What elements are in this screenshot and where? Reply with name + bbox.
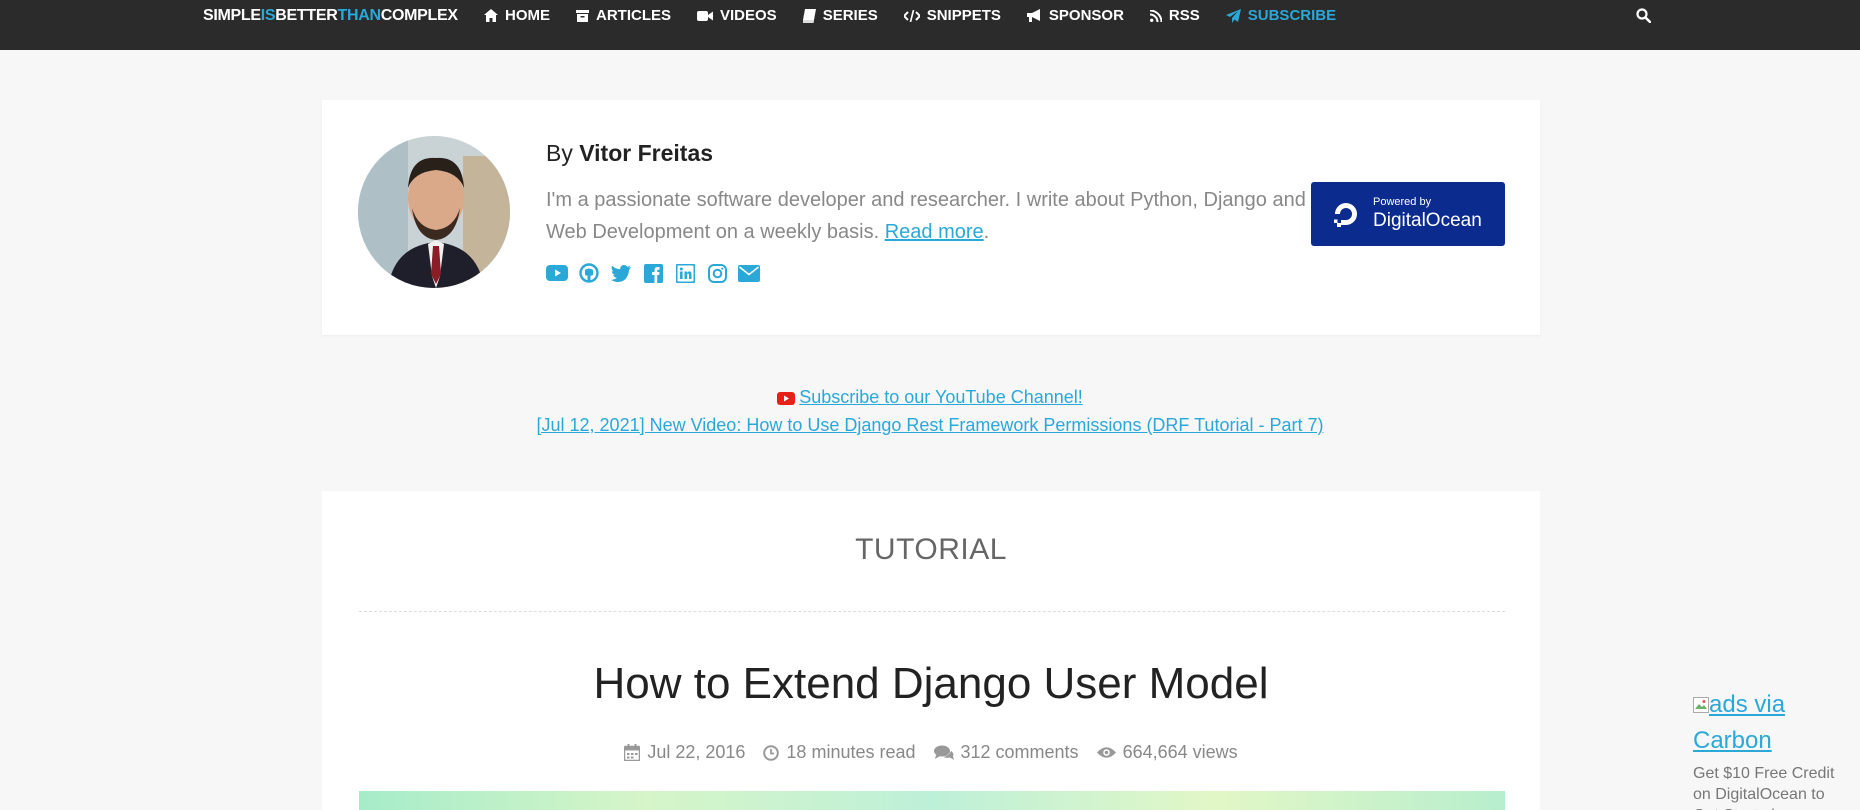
github-icon[interactable]: [578, 262, 600, 284]
nav-search-button[interactable]: [1636, 8, 1652, 28]
author-heading: By Vitor Freitas: [546, 140, 713, 167]
nav-series-label: SERIES: [822, 7, 878, 24]
meta-read-time: 18 minutes read: [763, 742, 916, 763]
eye-icon: [1096, 747, 1116, 758]
twitter-icon[interactable]: [610, 262, 632, 284]
brand-simple: SIMPLE: [203, 7, 261, 24]
nav-videos-label: VIDEOS: [720, 7, 777, 24]
nav-videos[interactable]: VIDEOS: [697, 7, 777, 24]
digitalocean-label: DigitalOcean: [1373, 210, 1482, 231]
article-date: Jul 22, 2016: [647, 742, 746, 762]
book-icon: [802, 8, 816, 23]
carbon-ad-text[interactable]: Get $10 Free Credit on DigitalOcean to G…: [1693, 763, 1843, 810]
article-card: TUTORIAL How to Extend Django User Model…: [322, 491, 1540, 810]
nav-home-label: HOME: [505, 7, 550, 24]
video-camera-icon: [697, 10, 713, 21]
brand-than: THAN: [337, 7, 382, 24]
article-views: 664,664 views: [1122, 742, 1238, 762]
carbon-ad: ads via Carbon Get $10 Free Credit on Di…: [1693, 687, 1843, 810]
author-by: By: [546, 140, 573, 166]
top-navbar: SIMPLEISBETTERTHANCOMPLEX HOME ARTICLES …: [0, 0, 1860, 50]
nav-rss[interactable]: RSS: [1149, 7, 1200, 24]
social-links: [546, 262, 760, 284]
author-avatar[interactable]: [358, 136, 510, 288]
youtube-icon[interactable]: [546, 262, 568, 284]
nav-subscribe-label: SUBSCRIBE: [1247, 7, 1337, 24]
envelope-icon[interactable]: [738, 262, 760, 284]
powered-by-label: Powered by: [1373, 196, 1432, 208]
youtube-subscribe-link[interactable]: Subscribe to our YouTube Channel!: [799, 387, 1083, 407]
carbon-ad-image-link[interactable]: ads via Carbon: [1693, 687, 1843, 759]
author-bio: I'm a passionate software developer and …: [546, 184, 1316, 248]
article-read-time: 18 minutes read: [786, 742, 916, 762]
nav-sponsor-label: SPONSOR: [1048, 7, 1124, 24]
nav-snippets-label: SNIPPETS: [926, 7, 1001, 24]
nav-articles[interactable]: ARTICLES: [576, 7, 671, 24]
code-icon: [903, 9, 920, 22]
meta-views: 664,664 views: [1096, 742, 1238, 763]
nav-series[interactable]: SERIES: [802, 7, 878, 24]
bio-period: .: [983, 221, 990, 243]
meta-comments[interactable]: 312 comments: [933, 742, 1079, 763]
tag-divider: [359, 611, 1505, 612]
brand-better: BETTER: [275, 7, 338, 24]
bullhorn-icon: [1026, 8, 1040, 22]
article-tag[interactable]: TUTORIAL: [322, 533, 1540, 567]
brand-complex: COMPLEX: [380, 7, 458, 24]
brand-is: IS: [260, 7, 276, 24]
archive-icon: [576, 10, 589, 22]
digitalocean-sponsor-badge[interactable]: Powered by DigitalOcean: [1311, 182, 1505, 246]
article-title: How to Extend Django User Model: [593, 659, 1269, 708]
comments-icon: [933, 745, 954, 760]
nav-home[interactable]: HOME: [484, 7, 550, 24]
site-logo[interactable]: SIMPLEISBETTERTHANCOMPLEX: [203, 7, 458, 25]
youtube-announcement: Subscribe to our YouTube Channel!: [0, 387, 1860, 408]
search-icon: [1636, 8, 1652, 24]
author-photo: [358, 136, 510, 288]
linkedin-icon[interactable]: [674, 262, 696, 284]
rss-icon: [1149, 9, 1162, 22]
nav-snippets[interactable]: SNIPPETS: [903, 7, 1001, 24]
new-video-link[interactable]: [Jul 12, 2021] New Video: How to Use Dja…: [537, 415, 1324, 435]
digitalocean-logo-icon: [1334, 203, 1357, 227]
author-name-link[interactable]: Vitor Freitas: [579, 140, 713, 166]
article-meta: Jul 22, 2016 18 minutes read 312 comment…: [322, 742, 1540, 763]
read-more-link[interactable]: Read more: [885, 221, 984, 243]
instagram-icon[interactable]: [706, 262, 728, 284]
article-comments: 312 comments: [960, 742, 1079, 762]
nav-subscribe[interactable]: SUBSCRIBE: [1225, 7, 1337, 24]
youtube-icon: [777, 392, 796, 405]
clock-icon: [763, 744, 780, 761]
article-hero-image: [359, 791, 1505, 810]
paper-plane-icon: [1225, 8, 1241, 23]
nav-sponsor[interactable]: SPONSOR: [1026, 7, 1124, 24]
nav-rss-label: RSS: [1168, 7, 1200, 24]
facebook-icon[interactable]: [642, 262, 664, 284]
nav-articles-label: ARTICLES: [596, 7, 671, 24]
meta-date: Jul 22, 2016: [624, 742, 745, 763]
broken-image-icon: [1693, 697, 1709, 713]
calendar-icon: [624, 744, 641, 761]
home-icon: [484, 9, 498, 22]
nav-menu: HOME ARTICLES VIDEOS SERIES SNIPPETS SPO…: [484, 7, 1362, 24]
author-card: By Vitor Freitas I'm a passionate softwa…: [322, 100, 1540, 335]
video-announcement: [Jul 12, 2021] New Video: How to Use Dja…: [0, 415, 1860, 436]
